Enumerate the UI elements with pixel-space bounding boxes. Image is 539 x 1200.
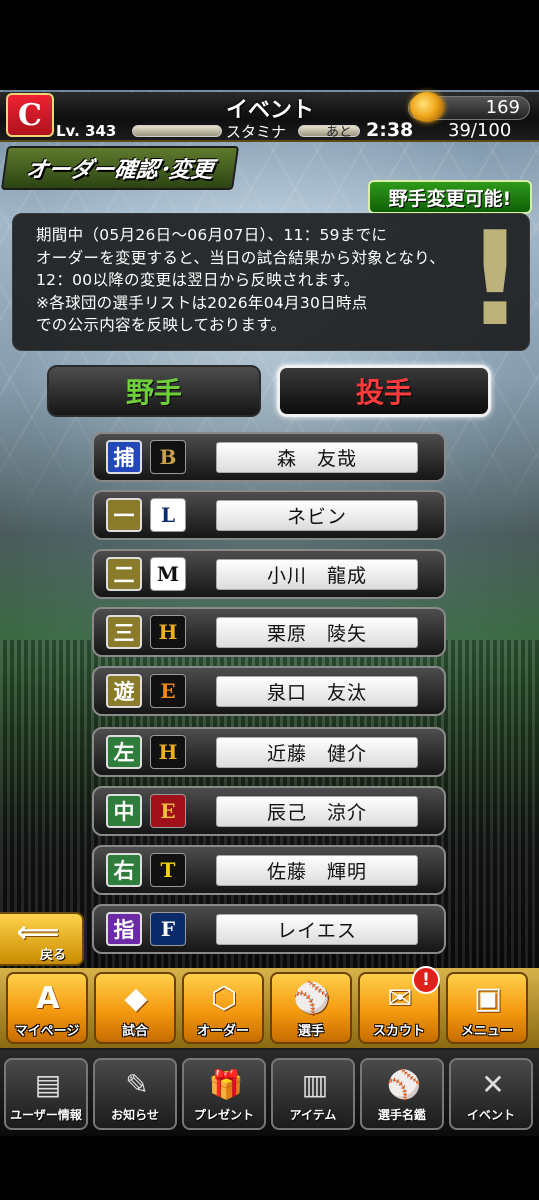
submenu-event[interactable]: ✕ イベント — [449, 1058, 533, 1130]
notice-line: オーダーを変更すると、当日の試合結果から対象となり、 — [36, 248, 446, 267]
notice-text: 期間中（05月26日〜06月07日）、11：59までに オーダーを変更すると、当… — [36, 224, 486, 337]
submenu-item[interactable]: ▥ アイテム — [271, 1058, 355, 1130]
position-badge: 二 — [106, 557, 142, 591]
menu-button-mypage[interactable]: A マイページ — [6, 972, 88, 1044]
screen-title: イベント — [225, 98, 314, 123]
team-logo-icon: T — [150, 853, 186, 887]
stamina-bar — [132, 125, 222, 137]
player-name: 近藤 健介 — [216, 737, 418, 768]
team-logo-icon: H — [150, 735, 186, 769]
player-name: ネビン — [216, 500, 418, 531]
submenu-user-info[interactable]: ▤ ユーザー情報 — [4, 1058, 88, 1130]
submenu-player-directory[interactable]: ⚾ 選手名鑑 — [360, 1058, 444, 1130]
stamina-label: スタミナ — [226, 123, 287, 141]
menu-button-players[interactable]: ⚾ 選手 — [270, 972, 352, 1044]
order-row-third-base[interactable]: 三 H 栗原 陵矢 — [92, 607, 446, 657]
team-logo-icon: M — [150, 557, 186, 591]
order-row-designated-hitter[interactable]: 指 F レイエス — [92, 904, 446, 954]
position-badge: 捕 — [106, 440, 142, 474]
notice-line: 12：00以降の変更は翌日から反映されます。 — [36, 271, 360, 289]
mypage-icon: A — [36, 980, 60, 1016]
menu-button-order[interactable]: ⬡ オーダー — [182, 972, 264, 1044]
menu-button-game[interactable]: ◆ 試合 — [94, 972, 176, 1044]
player-name: 泉口 友汰 — [216, 676, 418, 707]
tab-pitcher[interactable]: 投手 — [277, 365, 491, 417]
team-logo-icon: E — [150, 674, 186, 708]
player-name: 森 友哉 — [216, 442, 418, 473]
menu-label: メニュー — [460, 1024, 513, 1039]
submenu-label: 選手名鑑 — [377, 1108, 426, 1122]
menu-label: オーダー — [196, 1024, 249, 1039]
player-name: 佐藤 輝明 — [216, 855, 418, 886]
player-name: 辰己 涼介 — [216, 796, 418, 827]
player-directory-icon: ⚾ — [386, 1067, 422, 1101]
status-bar-area — [0, 0, 539, 90]
order-section-title: オーダー確認･変更 — [0, 146, 240, 190]
player-name: 小川 龍成 — [216, 559, 418, 590]
submenu-label: イベント — [466, 1108, 515, 1122]
submenu-news[interactable]: ✎ お知らせ — [93, 1058, 177, 1130]
menu-label: 試合 — [121, 1024, 148, 1039]
order-row-right-field[interactable]: 右 T 佐藤 輝明 — [92, 845, 446, 895]
order-icon: ⬡ — [210, 980, 238, 1016]
golden-ball-icon — [410, 92, 444, 122]
team-logo-icon: B — [150, 440, 186, 474]
submenu-label: お知らせ — [111, 1108, 159, 1122]
gift-icon: 🎁 — [208, 1067, 244, 1101]
order-row-catcher[interactable]: 捕 B 森 友哉 — [92, 432, 446, 482]
position-badge: 一 — [106, 498, 142, 532]
notice-line: での公示内容を反映しております。 — [36, 316, 287, 334]
remaining-label: あと — [326, 125, 353, 140]
menu-label: 選手 — [297, 1024, 324, 1039]
item-icon: ▥ — [301, 1067, 329, 1101]
submenu-label: アイテム — [289, 1108, 337, 1122]
team-logo-icon: E — [150, 794, 186, 828]
notice-line: ※各球団の選手リストは2026年04月30日時点 — [36, 293, 368, 312]
order-row-second-base[interactable]: 二 M 小川 龍成 — [92, 549, 446, 599]
crossed-bats-icon: ✕ — [481, 1067, 505, 1101]
stamina-timer: 2:38 — [366, 119, 414, 141]
order-row-left-field[interactable]: 左 H 近藤 健介 — [92, 727, 446, 777]
tab-fielder[interactable]: 野手 — [47, 365, 261, 417]
menu-button-menu[interactable]: ▣ メニュー — [446, 972, 528, 1044]
position-badge: 左 — [106, 735, 142, 769]
user-card-icon: ▤ — [34, 1067, 62, 1101]
notice-line: 期間中（05月26日〜06月07日）、11：59までに — [36, 226, 388, 244]
team-logo-icon: H — [150, 615, 186, 649]
game-icon: ◆ — [124, 980, 148, 1016]
submenu-present[interactable]: 🎁 プレゼント — [182, 1058, 266, 1130]
position-badge: 三 — [106, 615, 142, 649]
stamina-count: 39/100 — [448, 120, 512, 141]
news-icon: ✎ — [125, 1067, 149, 1101]
back-label: 戻る — [40, 948, 67, 963]
submenu-label: ユーザー情報 — [10, 1108, 82, 1122]
team-logo-button[interactable]: C — [6, 93, 54, 137]
team-logo-icon: F — [150, 912, 186, 946]
order-row-first-base[interactable]: 一 L ネビン — [92, 490, 446, 540]
position-badge: 指 — [106, 912, 142, 946]
position-badge: 右 — [106, 853, 142, 887]
scout-notification-badge: ! — [412, 966, 440, 994]
player-icon: ⚾ — [293, 980, 331, 1016]
bottom-safe-area — [0, 1136, 539, 1200]
order-row-shortstop[interactable]: 遊 E 泉口 友汰 — [92, 666, 446, 716]
player-name: 栗原 陵矢 — [216, 617, 418, 648]
menu-label: マイページ — [14, 1024, 80, 1039]
exclamation-icon: ! — [465, 203, 525, 355]
order-row-center-field[interactable]: 中 E 辰己 涼介 — [92, 786, 446, 836]
team-logo-icon: L — [150, 498, 186, 532]
position-badge: 中 — [106, 794, 142, 828]
position-badge: 遊 — [106, 674, 142, 708]
player-name: レイエス — [216, 914, 418, 945]
menu-label: スカウト — [372, 1024, 425, 1039]
level-label: Lv. 343 — [56, 122, 117, 140]
submenu-label: プレゼント — [193, 1108, 254, 1122]
menu-icon: ▣ — [473, 980, 503, 1016]
ball-count: 169 — [485, 97, 520, 118]
